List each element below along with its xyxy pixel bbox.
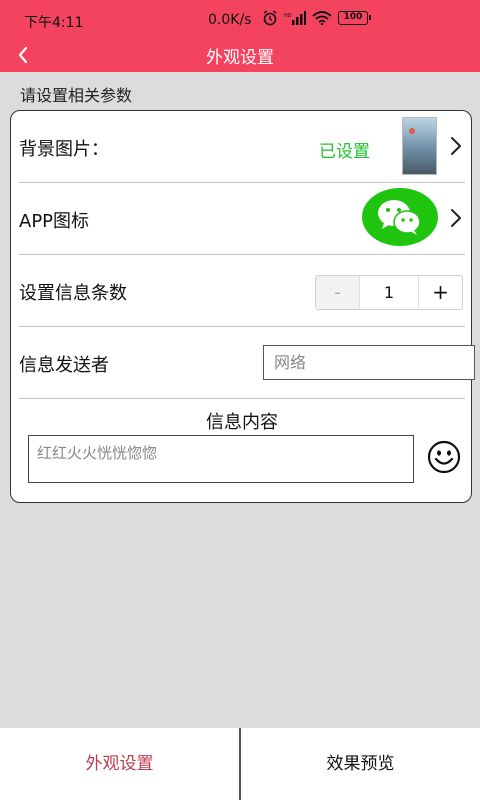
tab-appearance-settings[interactable]: 外观设置	[0, 728, 239, 800]
thumbnail-app-dot	[409, 128, 415, 134]
page-title: 外观设置	[206, 48, 274, 68]
message-count-label: 设置信息条数	[19, 283, 127, 304]
chevron-right-icon[interactable]	[447, 133, 465, 159]
decrement-button[interactable]: -	[316, 276, 360, 309]
app-icon-row[interactable]: APP图标	[19, 183, 465, 255]
increment-button[interactable]: +	[418, 276, 462, 309]
sender-label: 信息发送者	[19, 355, 109, 376]
wechat-icon	[378, 200, 421, 235]
background-image-label: 背景图片：	[19, 139, 109, 160]
bottom-tab-bar: 外观设置 效果预览	[0, 728, 480, 800]
battery-icon: 100	[338, 11, 371, 25]
alarm-icon	[263, 10, 277, 26]
signal-icon: HD	[284, 11, 306, 25]
wifi-icon	[312, 11, 332, 25]
message-count-row: 设置信息条数 - 1 +	[19, 255, 465, 327]
status-time: 下午4:11	[24, 15, 84, 31]
background-set-status: 已设置	[319, 142, 370, 162]
emoji-icon[interactable]	[427, 440, 461, 474]
status-bar: 下午4:11 0.0K/s HD 100	[0, 0, 480, 38]
status-icons: HD 100	[262, 10, 371, 26]
message-count-stepper: - 1 +	[315, 275, 463, 310]
message-content-input[interactable]	[28, 435, 414, 483]
message-content-title: 信息内容	[206, 412, 278, 433]
sender-input[interactable]	[263, 345, 475, 380]
tab-effect-preview[interactable]: 效果预览	[241, 728, 480, 800]
settings-card: 背景图片： 已设置 APP图标 设置信息条数 - 1 + 信息发送者 网络 信息…	[10, 110, 475, 503]
message-count-value[interactable]: 1	[360, 276, 418, 309]
network-speed: 0.0K/s	[208, 12, 252, 28]
background-thumbnail[interactable]	[402, 117, 437, 175]
background-image-row[interactable]: 背景图片： 已设置	[19, 111, 465, 183]
section-title: 请设置相关参数	[20, 86, 133, 105]
chevron-right-icon[interactable]	[447, 205, 465, 231]
wechat-app-icon[interactable]	[362, 188, 438, 246]
sender-row: 信息发送者	[19, 327, 475, 399]
nav-bar: 外观设置	[0, 38, 480, 72]
svg-text:HD: HD	[284, 13, 292, 19]
app-icon-label: APP图标	[19, 211, 90, 232]
